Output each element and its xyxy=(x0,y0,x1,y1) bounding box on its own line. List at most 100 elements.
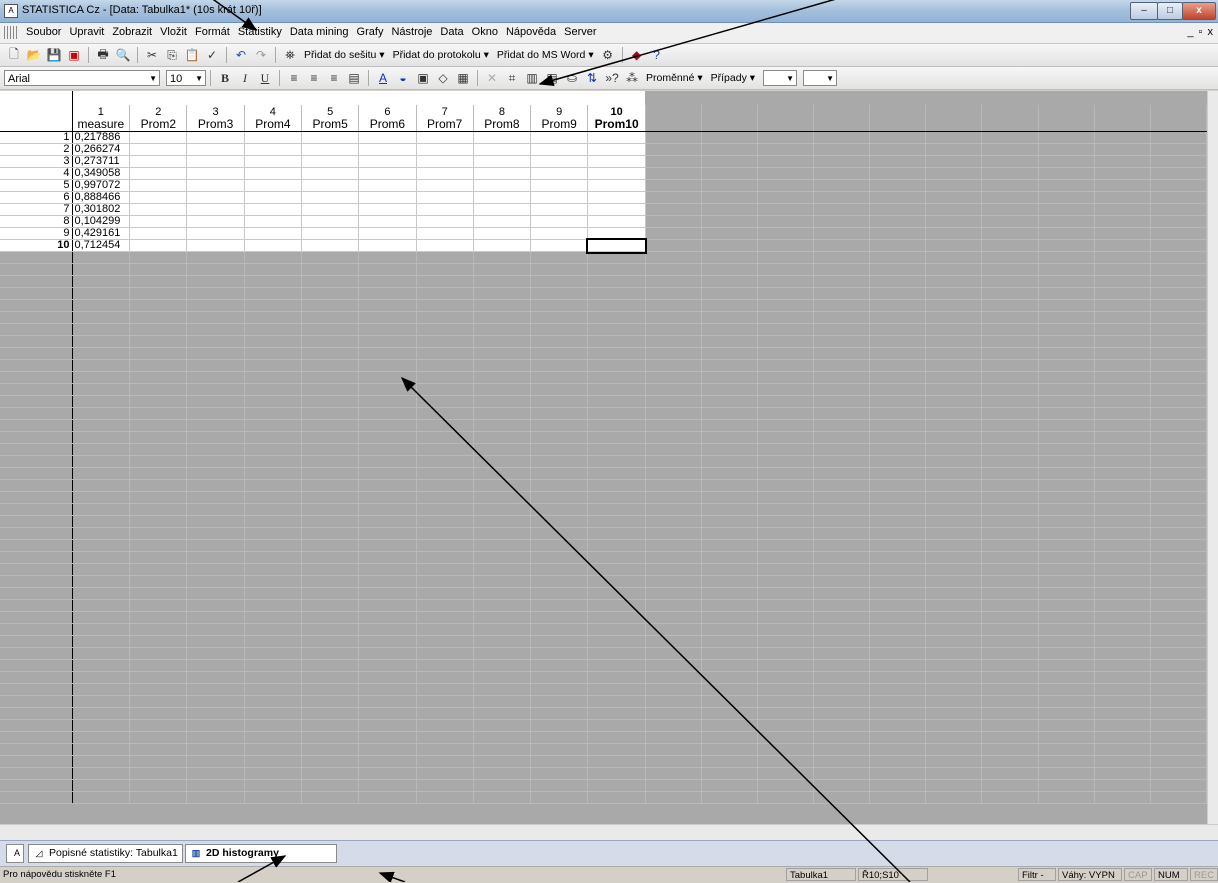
data-cell[interactable] xyxy=(186,203,245,216)
variable-spec-icon[interactable]: ▥ xyxy=(524,70,540,86)
data-cell[interactable] xyxy=(416,155,474,168)
data-cell[interactable] xyxy=(587,203,646,216)
grid-icon[interactable]: ▦ xyxy=(455,70,471,86)
menu-item-10[interactable]: Okno xyxy=(468,26,502,38)
data-cell[interactable] xyxy=(587,167,646,180)
column-header[interactable]: 1 measure xyxy=(72,105,131,132)
data-cell[interactable] xyxy=(186,215,245,228)
mdi-window-buttons[interactable]: _ ▫ x xyxy=(1187,26,1214,38)
data-cell[interactable] xyxy=(301,191,360,204)
data-cell[interactable] xyxy=(186,179,245,192)
data-cell[interactable] xyxy=(416,203,474,216)
row-header[interactable]: 7 xyxy=(0,203,73,216)
random-icon[interactable]: ⁂ xyxy=(624,70,640,86)
data-cell[interactable] xyxy=(129,131,188,144)
font-name-select[interactable]: Arial ▼ xyxy=(4,70,160,86)
data-cell[interactable] xyxy=(186,131,245,144)
data-cell[interactable] xyxy=(530,239,589,252)
data-cell[interactable] xyxy=(129,167,188,180)
data-cell[interactable] xyxy=(244,191,303,204)
redo-icon[interactable]: ↷ xyxy=(253,47,269,63)
menu-item-8[interactable]: Nástroje xyxy=(387,26,436,38)
data-cell[interactable] xyxy=(358,143,417,156)
font-color-icon[interactable]: A xyxy=(375,70,391,86)
statistica-icon[interactable]: A xyxy=(4,4,18,18)
data-cell[interactable] xyxy=(530,191,589,204)
data-cell[interactable] xyxy=(301,179,360,192)
column-header[interactable]: 4 Prom4 xyxy=(244,105,303,132)
data-cell[interactable] xyxy=(358,167,417,180)
data-cell[interactable] xyxy=(301,131,360,144)
active-cell[interactable] xyxy=(585,237,648,254)
row-header[interactable]: 3 xyxy=(0,155,73,168)
data-cell[interactable] xyxy=(244,203,303,216)
data-cell[interactable] xyxy=(473,167,532,180)
minimize-button[interactable]: – xyxy=(1130,2,1158,20)
column-header[interactable]: 5 Prom5 xyxy=(301,105,360,132)
cases-menu-button[interactable]: Případy ▾ xyxy=(711,72,755,84)
data-cell[interactable] xyxy=(358,131,417,144)
selection-icon[interactable]: ⛀ xyxy=(564,70,580,86)
data-cell[interactable]: 0,888466 xyxy=(72,191,131,204)
data-cell[interactable] xyxy=(129,155,188,168)
data-cell[interactable] xyxy=(530,179,589,192)
data-cell[interactable] xyxy=(129,227,188,240)
bold-button[interactable]: B xyxy=(217,70,233,86)
align-left-icon[interactable]: ≡ xyxy=(286,70,302,86)
data-cell[interactable] xyxy=(301,143,360,156)
data-cell[interactable] xyxy=(244,131,303,144)
help-pointer-icon[interactable]: ? xyxy=(649,47,665,63)
menu-item-2[interactable]: Zobrazit xyxy=(108,26,156,38)
undo-icon[interactable]: ↶ xyxy=(233,47,249,63)
sort-icon[interactable]: ⇅ xyxy=(584,70,600,86)
paste-icon[interactable]: 📋 xyxy=(184,47,200,63)
data-cell[interactable] xyxy=(587,191,646,204)
data-cell[interactable] xyxy=(129,215,188,228)
column-header[interactable]: 7 Prom7 xyxy=(416,105,474,132)
italic-button[interactable]: I xyxy=(237,70,253,86)
data-cell[interactable] xyxy=(473,131,532,144)
data-cell[interactable] xyxy=(301,155,360,168)
data-cell[interactable] xyxy=(186,239,245,252)
data-cell[interactable] xyxy=(530,227,589,240)
data-cell[interactable] xyxy=(358,227,417,240)
data-cell[interactable] xyxy=(244,143,303,156)
data-cell[interactable] xyxy=(587,143,646,156)
data-cell[interactable]: 0,712454 xyxy=(72,239,131,252)
data-cell[interactable] xyxy=(244,155,303,168)
row-header[interactable]: 6 xyxy=(0,191,73,204)
stats-icon[interactable]: ✕ xyxy=(484,70,500,86)
data-cell[interactable] xyxy=(530,155,589,168)
data-cell[interactable] xyxy=(473,143,532,156)
vertical-scrollbar[interactable] xyxy=(1207,91,1218,824)
column-header[interactable]: 9 Prom9 xyxy=(530,105,589,132)
font-size-select[interactable]: 10 ▼ xyxy=(166,70,206,86)
data-cell[interactable] xyxy=(473,239,532,252)
data-cell[interactable] xyxy=(358,179,417,192)
variables-menu-button[interactable]: Proměnné ▾ xyxy=(646,72,703,84)
workbook-icon[interactable]: A xyxy=(6,844,24,863)
maximize-button[interactable]: □ xyxy=(1157,2,1183,20)
data-cell[interactable] xyxy=(473,203,532,216)
book-icon[interactable]: ◆ xyxy=(629,47,645,63)
tab-descriptive-statistics[interactable]: ◿ Popisné statistiky: Tabulka1 xyxy=(28,844,183,863)
data-cell[interactable] xyxy=(186,143,245,156)
case-spec-icon[interactable]: ▤ xyxy=(544,70,560,86)
fill-color-icon[interactable]: ◒ xyxy=(395,70,411,86)
add-to-report-button[interactable]: Přidat do protokolu ▾ xyxy=(393,49,489,61)
case-combo[interactable]: ▼ xyxy=(803,70,838,86)
data-cell[interactable] xyxy=(301,215,360,228)
save-icon[interactable]: 💾 xyxy=(46,47,62,63)
data-cell[interactable] xyxy=(129,239,188,252)
data-cell[interactable] xyxy=(416,131,474,144)
data-cell[interactable] xyxy=(416,179,474,192)
data-cell[interactable] xyxy=(301,227,360,240)
align-center-icon[interactable]: ≡ xyxy=(306,70,322,86)
data-cell[interactable]: 0,273711 xyxy=(72,155,131,168)
data-cell[interactable] xyxy=(473,155,532,168)
data-cell[interactable] xyxy=(530,167,589,180)
data-cell[interactable] xyxy=(186,167,245,180)
underline-button[interactable]: U xyxy=(257,70,273,86)
row-header[interactable]: 5 xyxy=(0,179,73,192)
row-header[interactable]: 8 xyxy=(0,215,73,228)
